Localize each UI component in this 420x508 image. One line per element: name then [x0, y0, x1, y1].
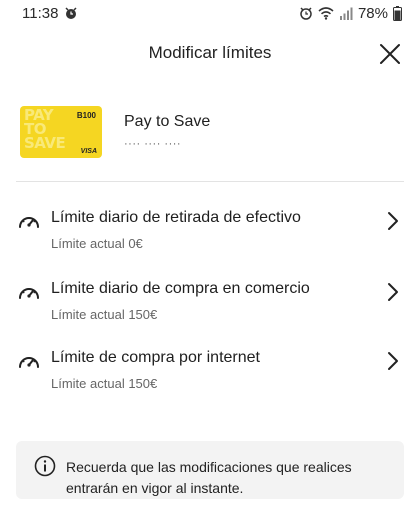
- battery-percent: 78%: [357, 4, 388, 22]
- status-time: 11:38: [22, 4, 59, 22]
- info-notice: Recuerda que las modificaciones que real…: [16, 441, 404, 499]
- status-left: 11:38: [22, 5, 78, 22]
- card-thumb-brand: B100: [76, 111, 96, 120]
- limit-title: Límite de compra por internet: [51, 349, 260, 366]
- speedometer-icon: [19, 357, 39, 368]
- wifi-icon: [318, 6, 334, 20]
- limit-current: Límite actual 0€: [51, 236, 143, 251]
- card-thumb-network: VISA: [80, 148, 97, 155]
- limit-item-store-purchase[interactable]: Límite diario de compra en comercio Lími…: [0, 280, 420, 336]
- chevron-right-icon: [388, 283, 398, 301]
- page-title: Modificar límites: [148, 43, 272, 62]
- battery-icon: [393, 5, 402, 21]
- speedometer-icon: [19, 288, 39, 299]
- divider: [16, 181, 404, 182]
- chevron-right-icon: [388, 352, 398, 370]
- limit-item-internet-purchase[interactable]: Límite de compra por internet Límite act…: [0, 349, 420, 405]
- alarm-icon: [300, 7, 312, 20]
- limit-current: Límite actual 150€: [51, 307, 158, 322]
- limit-title: Límite diario de compra en comercio: [51, 280, 310, 297]
- limit-current: Límite actual 150€: [51, 376, 158, 391]
- card-name: Pay to Save: [124, 112, 211, 130]
- signal-icon: [339, 7, 353, 20]
- card-thumb-text: PAY TO SAVE: [24, 106, 66, 152]
- speedometer-icon: [19, 217, 39, 228]
- close-icon: [380, 44, 400, 64]
- limit-title: Límite diario de retirada de efectivo: [51, 209, 301, 226]
- close-button[interactable]: [378, 42, 402, 66]
- card-masked-number: ···· ···· ····: [124, 137, 182, 150]
- chevron-right-icon: [388, 212, 398, 230]
- card-thumbnail: PAY TO SAVE B100 VISA: [20, 106, 102, 158]
- status-bar: 11:38 78%: [0, 0, 420, 26]
- alarm-icon: [65, 7, 77, 19]
- limit-item-cash-withdrawal[interactable]: Límite diario de retirada de efectivo Lí…: [0, 209, 420, 265]
- header: Modificar límites: [0, 34, 420, 74]
- info-icon: [34, 455, 56, 477]
- card-info: Pay to Save ···· ···· ····: [124, 112, 211, 150]
- status-right: 78%: [299, 5, 402, 22]
- info-text: Recuerda que las modificaciones que real…: [66, 459, 352, 496]
- card-summary: PAY TO SAVE B100 VISA Pay to Save ···· ···…: [20, 105, 400, 159]
